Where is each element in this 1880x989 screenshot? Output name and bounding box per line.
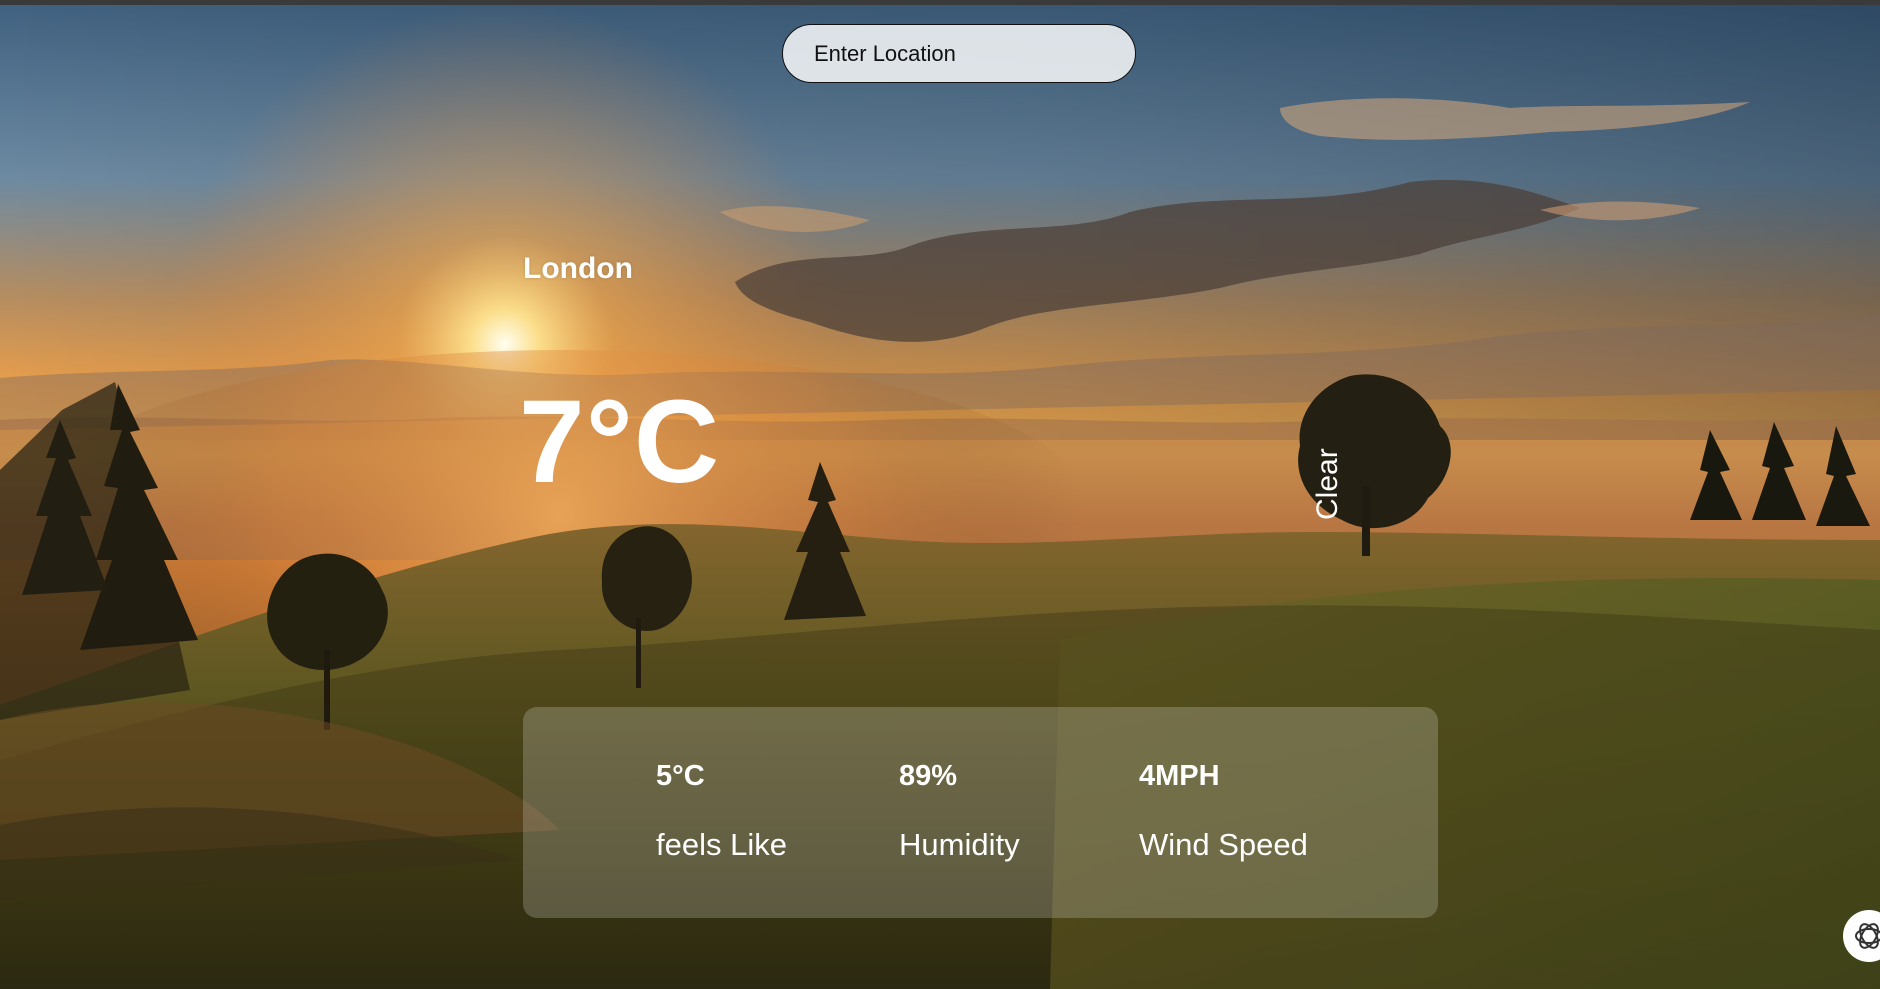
openai-icon[interactable]	[1843, 910, 1880, 962]
humidity-stat: 89% Humidity	[899, 759, 1020, 863]
weather-condition-label: Clear	[1311, 448, 1344, 520]
wind-speed-stat: 4MPH Wind Speed	[1139, 759, 1308, 863]
weather-stats-panel: 5°C feels Like 89% Humidity 4MPH Wind Sp…	[523, 707, 1438, 918]
openai-icon-glyph	[1855, 923, 1880, 949]
weather-app: London 7°C Clear 5°C feels Like 89% Humi…	[0, 0, 1880, 989]
humidity-label: Humidity	[899, 827, 1020, 862]
current-temperature: 7°C	[519, 376, 721, 508]
humidity-value: 89%	[899, 760, 958, 792]
wind-speed-value: 4MPH	[1139, 760, 1220, 792]
feels-like-label: feels Like	[656, 827, 787, 862]
feels-like-value: 5°C	[656, 760, 705, 792]
feels-like-stat: 5°C feels Like	[656, 759, 787, 863]
city-name: London	[523, 252, 633, 285]
browser-top-edge	[0, 0, 1880, 5]
wind-speed-label: Wind Speed	[1139, 827, 1308, 862]
location-search-input[interactable]	[782, 24, 1136, 83]
